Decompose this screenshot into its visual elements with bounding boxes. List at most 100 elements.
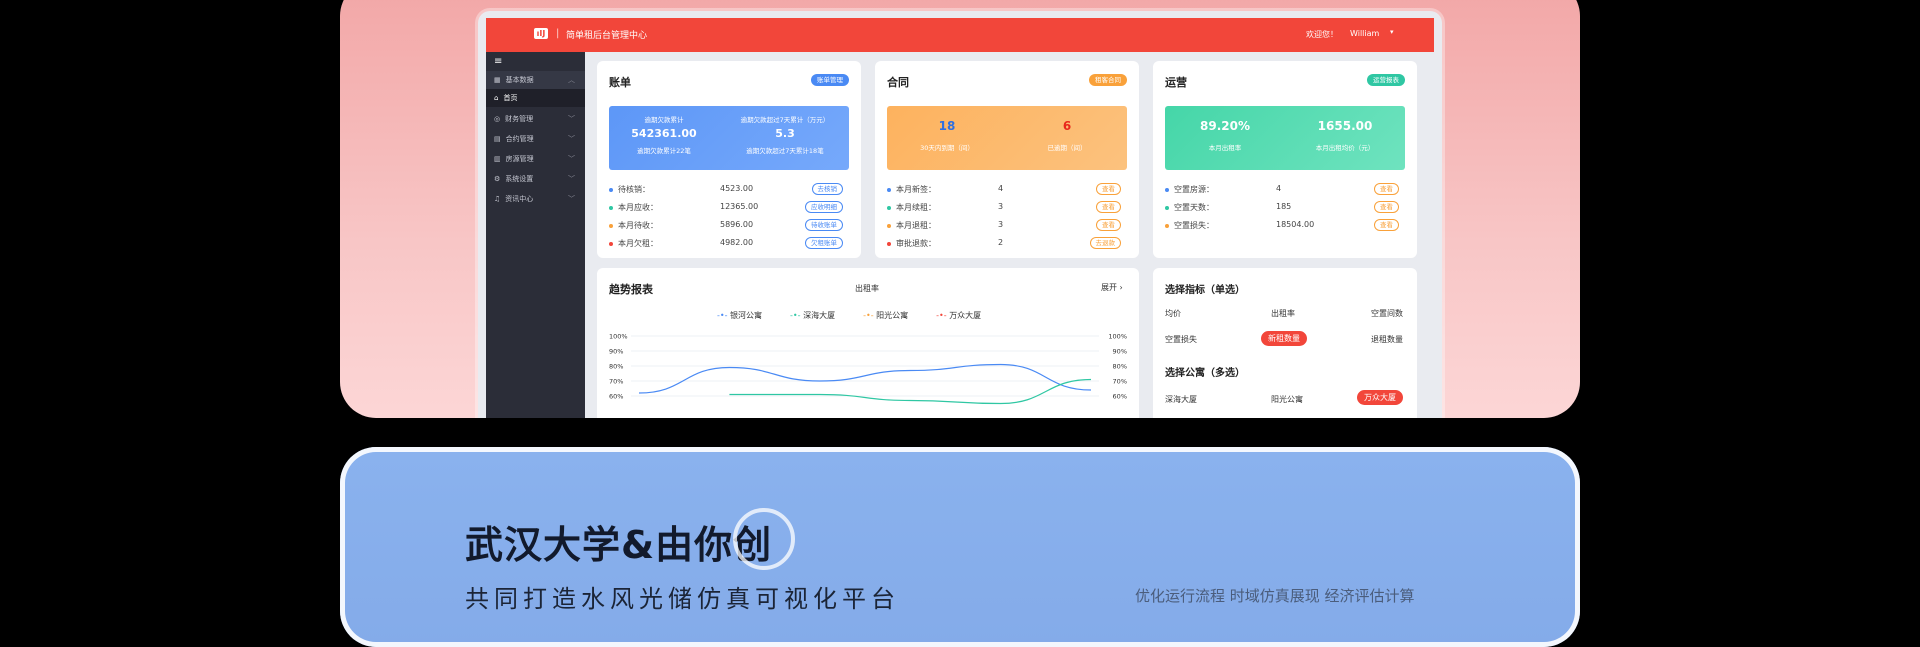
bill-banner: 逾期欠款累计 542361.00 逾期欠款累计22笔 逾期欠款超过7天累计（万元… xyxy=(609,106,849,170)
chevron-down-icon: ﹀ xyxy=(568,195,575,203)
legend-item[interactable]: -•- 万众大厦 xyxy=(936,310,981,321)
list-item: 本月应收： 12365.00 应收明细 xyxy=(609,201,849,215)
operations-report-button[interactable]: 运营报表 xyxy=(1367,74,1405,86)
metric-option[interactable]: 均价 xyxy=(1165,308,1181,319)
sidebar: ≡ ▦ 基本数据 ︿ ⌂ 首页 ◎ 财务管理 ﹀ ▤ 合约管理 ﹀ ▥ 房源管理 ﹀ ⚙ 系统设置 ﹀… xyxy=(486,52,585,418)
y-tick-label: 100% xyxy=(609,333,628,341)
metric-option[interactable]: 出租率 xyxy=(1271,308,1295,319)
single-select-title: 选择指标（单选） xyxy=(1165,285,1245,296)
list-item: 空置天数： 185 查看 xyxy=(1165,201,1405,215)
chart-legend: -•- 银河公寓 -•- 深海大厦 -•- 阳光公寓 -•- 万众大厦 xyxy=(717,310,981,321)
trend-report-card: 趋势报表 出租率 展开 › -•- 银河公寓 -•- 深海大厦 -•- 阳光公寓… xyxy=(597,268,1139,418)
chevron-down-icon: ﹀ xyxy=(568,115,575,123)
apartment-option-active[interactable]: 万众大厦 xyxy=(1357,390,1403,405)
top-showcase-card: ıIJ | 简单租后台管理中心 欢迎您！ William ▾ ≡ ▦ 基本数据 ︿ … xyxy=(340,0,1580,418)
operations-card: 运营 运营报表 89.20% 本月出租率 1655.00 本月出租均价（元） 空… xyxy=(1153,61,1417,258)
average-rent-value: 1655.00 xyxy=(1317,119,1373,133)
y-tick-label: 60% xyxy=(1113,393,1127,401)
action-button[interactable]: 待收账单 xyxy=(805,219,843,231)
card-title: 趋势报表 xyxy=(609,283,653,296)
dashboard-icon: ▦ xyxy=(494,76,501,84)
y-tick-label: 70% xyxy=(1113,378,1127,386)
refund-button[interactable]: 去退款 xyxy=(1089,237,1121,249)
list-item: 本月欠租： 4982.00 欠租账单 xyxy=(609,237,849,251)
list-item: 审批退款： 2 去退款 xyxy=(887,237,1127,251)
bill-card: 账单 账单管理 逾期欠款累计 542361.00 逾期欠款累计22笔 逾期欠款超… xyxy=(597,61,861,258)
occupancy-rate-value: 89.20% xyxy=(1200,119,1250,133)
card-title: 账单 xyxy=(609,76,631,89)
action-button[interactable]: 应收明细 xyxy=(805,201,843,213)
sidebar-item-finance[interactable]: ◎ 财务管理 ﹀ xyxy=(486,110,585,128)
y-tick-label: 70% xyxy=(609,378,623,386)
sidebar-item-settings[interactable]: ⚙ 系统设置 ﹀ xyxy=(486,170,585,188)
operations-banner: 89.20% 本月出租率 1655.00 本月出租均价（元） xyxy=(1165,106,1405,170)
dashboard-window: ıIJ | 简单租后台管理中心 欢迎您！ William ▾ ≡ ▦ 基本数据 ︿ … xyxy=(478,11,1442,418)
contract-card: 合同 租客合同 18 30天内到期（间） 6 已逾期（间） 本月新签： 4 查看 本… xyxy=(875,61,1139,258)
list-item: 本月续租： 3 查看 xyxy=(887,201,1127,215)
chevron-down-icon: ﹀ xyxy=(568,175,575,183)
hamburger-icon[interactable]: ≡ xyxy=(494,56,502,67)
view-button[interactable]: 查看 xyxy=(1374,219,1399,231)
action-button[interactable]: 去核销 xyxy=(811,183,843,195)
building-icon: ▥ xyxy=(494,155,501,163)
metric-option-active[interactable]: 新租数量 xyxy=(1261,331,1307,346)
gear-icon: ⚙ xyxy=(494,175,501,183)
bill-management-button[interactable]: 账单管理 xyxy=(811,74,849,86)
sidebar-item-basic-data[interactable]: ▦ 基本数据 ︿ xyxy=(486,71,585,89)
contract-banner: 18 30天内到期（间） 6 已逾期（间） xyxy=(887,106,1127,170)
y-tick-label: 90% xyxy=(1113,348,1127,356)
top-bar: ıIJ | 简单租后台管理中心 欢迎您！ William ▾ xyxy=(486,18,1434,52)
action-button[interactable]: 欠租账单 xyxy=(805,237,843,249)
chevron-up-icon: ︿ xyxy=(568,76,575,84)
expiring-count: 18 xyxy=(938,119,956,133)
chevron-down-icon: ﹀ xyxy=(568,135,575,143)
view-button[interactable]: 查看 xyxy=(1374,183,1399,195)
metric-option[interactable]: 退租数量 xyxy=(1371,334,1403,345)
legend-item[interactable]: -•- 银河公寓 xyxy=(717,310,762,321)
sidebar-item-news[interactable]: ♫ 资讯中心 ﹀ xyxy=(486,190,585,208)
chart-subtitle: 出租率 xyxy=(855,284,879,293)
y-tick-label: 60% xyxy=(609,393,623,401)
list-item: 本月待收： 5896.00 待收账单 xyxy=(609,219,849,233)
metric-option[interactable]: 空置间数 xyxy=(1371,308,1403,319)
metric-option[interactable]: 空置损失 xyxy=(1165,334,1197,345)
trend-line-chart: 100% 100% 90% 90% 80% 80% 70% 70% 60% 60% xyxy=(609,333,1127,405)
finance-icon: ◎ xyxy=(494,115,501,123)
y-tick-label: 80% xyxy=(1113,363,1127,371)
series-line xyxy=(729,378,1092,405)
legend-item[interactable]: -•- 阳光公寓 xyxy=(863,310,908,321)
series-line xyxy=(638,363,1092,394)
sidebar-item-property[interactable]: ▥ 房源管理 ﹀ xyxy=(486,150,585,168)
list-item: 本月新签： 4 查看 xyxy=(887,183,1127,197)
sidebar-item-contract[interactable]: ▤ 合约管理 ﹀ xyxy=(486,130,585,148)
bell-icon: ♫ xyxy=(494,195,501,203)
chevron-right-icon: › xyxy=(1119,283,1123,292)
tenant-contract-button[interactable]: 租客合同 xyxy=(1089,74,1127,86)
chevron-down-icon[interactable]: ▾ xyxy=(1390,28,1394,36)
list-item: 空置损失： 18504.00 查看 xyxy=(1165,219,1405,233)
sidebar-item-home[interactable]: ⌂ 首页 xyxy=(486,89,585,107)
welcome-text: 欢迎您！ xyxy=(1306,30,1338,39)
card-title: 运营 xyxy=(1165,76,1187,89)
view-button[interactable]: 查看 xyxy=(1096,183,1121,195)
promo-headline: 武汉大学&由你创 xyxy=(465,523,773,567)
ring-decoration-icon xyxy=(733,508,795,570)
promo-tagline: 优化运行流程 时域仿真展现 经济评估计算 xyxy=(1135,587,1415,605)
overdue-count: 6 xyxy=(1062,119,1072,133)
legend-item[interactable]: -•- 深海大厦 xyxy=(790,310,835,321)
apartment-option[interactable]: 深海大厦 xyxy=(1165,394,1197,405)
multi-select-title: 选择公寓（多选） xyxy=(1165,368,1245,379)
view-button[interactable]: 查看 xyxy=(1096,219,1121,231)
list-item: 空置房源： 4 查看 xyxy=(1165,183,1405,197)
expand-button[interactable]: 展开 › xyxy=(1101,282,1123,293)
contract-icon: ▤ xyxy=(494,135,501,143)
overdue-7day-value: 5.3 xyxy=(775,127,795,140)
chevron-down-icon: ﹀ xyxy=(568,155,575,163)
user-menu[interactable]: William xyxy=(1350,29,1379,38)
apartment-option[interactable]: 阳光公寓 xyxy=(1271,394,1303,405)
app-title: 简单租后台管理中心 xyxy=(566,31,648,41)
view-button[interactable]: 查看 xyxy=(1374,201,1399,213)
bottom-promo-card: 武汉大学&由你创 共同打造水风光储仿真可视化平台 优化运行流程 时域仿真展现 经… xyxy=(340,447,1580,647)
view-button[interactable]: 查看 xyxy=(1096,201,1121,213)
overdue-total-value: 542361.00 xyxy=(631,127,697,140)
